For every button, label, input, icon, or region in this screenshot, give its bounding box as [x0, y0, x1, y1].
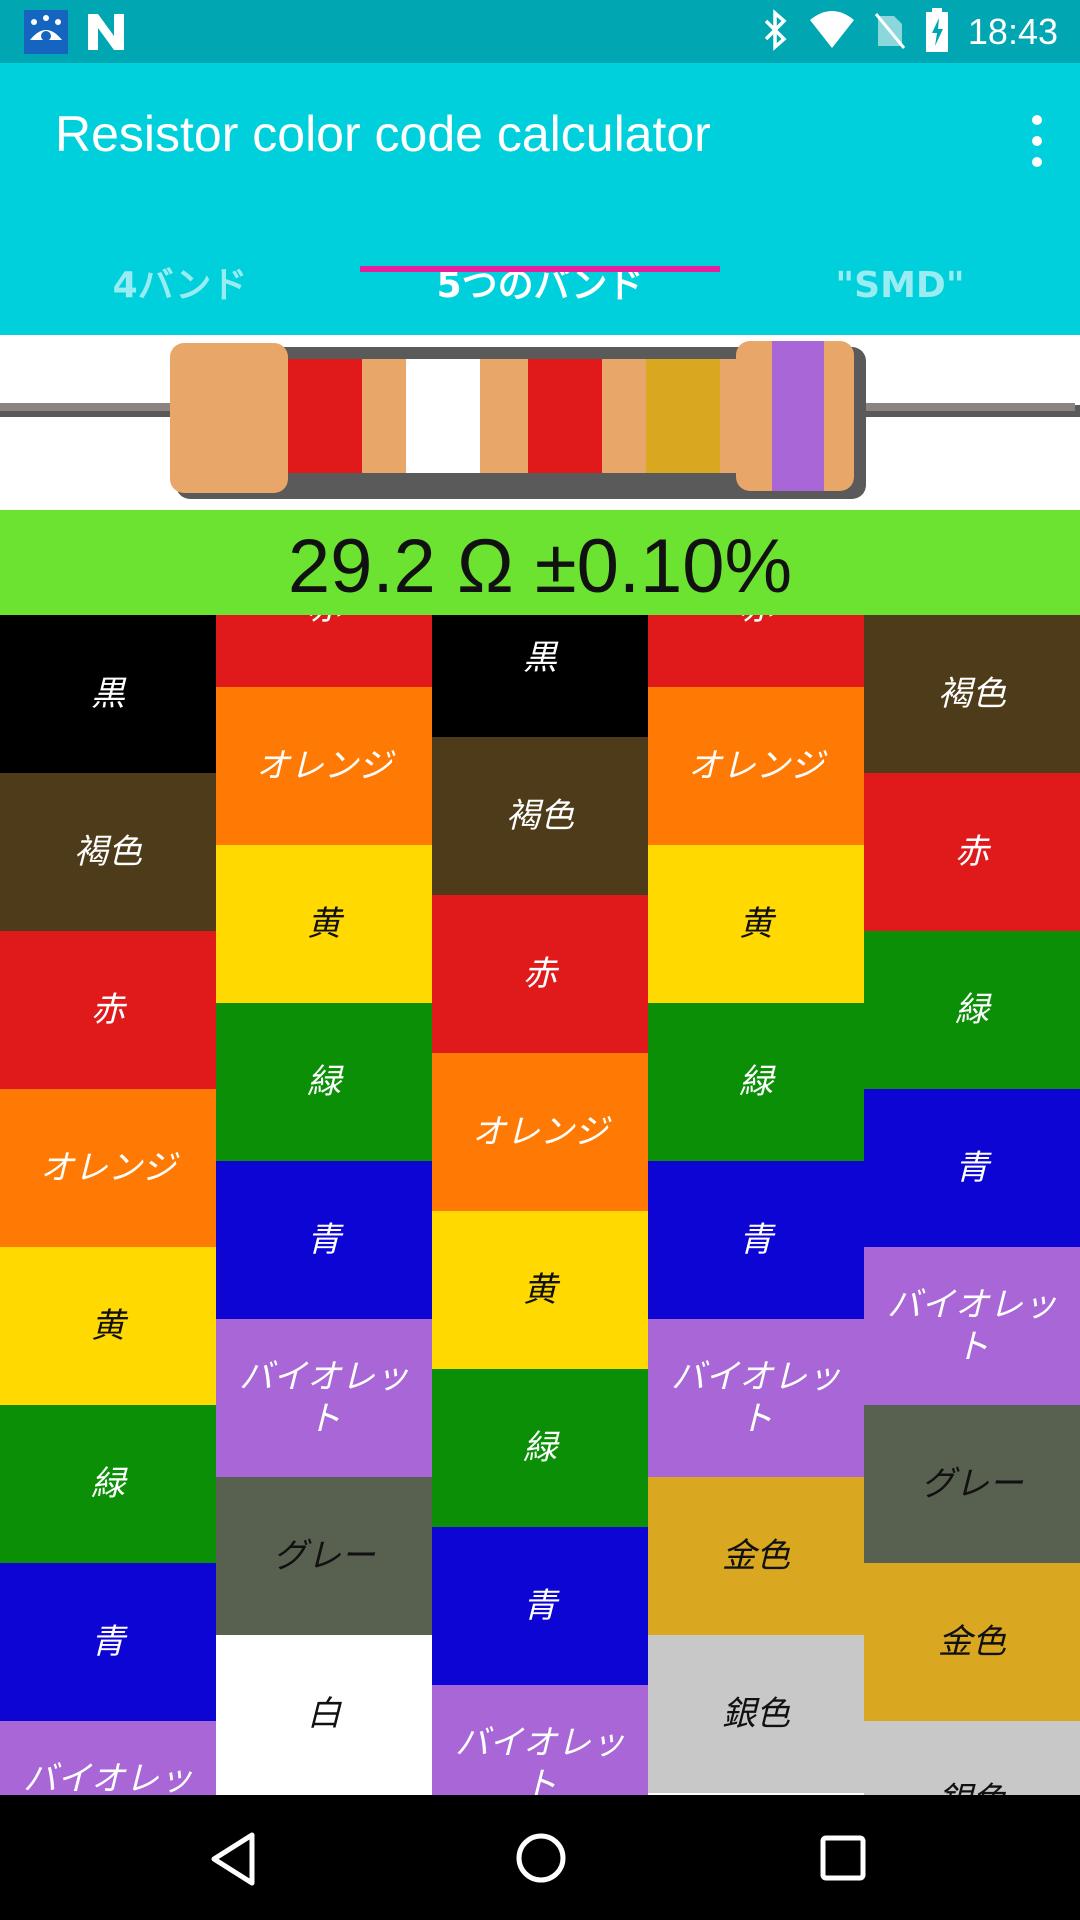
color-option-red[interactable]: 赤	[432, 895, 648, 1053]
navigation-bar	[0, 1795, 1080, 1920]
tab-5-band[interactable]: 5つのバンド	[360, 243, 720, 335]
color-option-violet[interactable]: バイオレット	[216, 1319, 432, 1477]
color-option-red[interactable]: 赤	[0, 931, 216, 1089]
battery-charging-icon	[924, 8, 950, 56]
color-option-violet[interactable]: バイオレット	[0, 1721, 216, 1795]
resistor-band-1	[288, 359, 362, 473]
color-option-black[interactable]: 黒	[432, 615, 648, 737]
status-bar: 18:43	[0, 0, 1080, 63]
resistor-band-multiplier	[646, 359, 720, 473]
color-option-white[interactable]: 白	[216, 1635, 432, 1793]
resistor-band-2	[406, 359, 480, 473]
tab-indicator	[360, 266, 720, 272]
result-value: 29.2 Ω ±0.10%	[0, 510, 1080, 615]
color-option-red[interactable]: 赤	[864, 773, 1080, 931]
color-option-red[interactable]: 赤	[648, 615, 864, 687]
color-option-green[interactable]: 緑	[216, 1003, 432, 1161]
clock: 18:43	[967, 11, 1058, 52]
color-option-red[interactable]: 赤	[216, 615, 432, 687]
color-option-green[interactable]: 緑	[432, 1369, 648, 1527]
color-option-brown[interactable]: 褐色	[432, 737, 648, 895]
color-option-green[interactable]: 緑	[0, 1405, 216, 1563]
color-option-grey[interactable]: グレー	[216, 1477, 432, 1635]
color-option-orange[interactable]: オレンジ	[216, 687, 432, 845]
more-vert-icon[interactable]	[1022, 115, 1052, 167]
color-option-orange[interactable]: オレンジ	[0, 1089, 216, 1247]
color-option-violet[interactable]: バイオレット	[864, 1247, 1080, 1405]
app-title: Resistor color code calculator	[55, 106, 711, 162]
color-band-grid: 黒褐色赤オレンジ黄緑青バイオレット 赤オレンジ黄緑青バイオレットグレー白 黒褐色…	[0, 615, 1080, 1795]
color-option-brown[interactable]: 褐色	[0, 773, 216, 931]
color-option-green[interactable]: 緑	[648, 1003, 864, 1161]
color-option-black[interactable]: 黒	[0, 615, 216, 773]
n-logo-icon	[84, 10, 128, 58]
color-option-orange[interactable]: オレンジ	[432, 1053, 648, 1211]
tab-smd[interactable]: "SMD"	[720, 243, 1080, 335]
bluetooth-icon	[762, 9, 790, 55]
recents-icon[interactable]	[818, 1833, 868, 1887]
tab-4-band[interactable]: 4バンド	[0, 243, 360, 335]
color-option-grey[interactable]: グレー	[864, 1405, 1080, 1563]
resistor-band-3	[528, 359, 602, 473]
home-icon[interactable]	[514, 1831, 568, 1889]
settings-gear-icon	[24, 10, 68, 58]
color-option-green[interactable]: 緑	[864, 931, 1080, 1089]
color-option-gold[interactable]: 金色	[648, 1477, 864, 1635]
color-option-yellow[interactable]: 黄	[432, 1211, 648, 1369]
color-option-violet[interactable]: バイオレット	[648, 1319, 864, 1477]
color-option-silver[interactable]: 銀色	[864, 1721, 1080, 1795]
color-option-yellow[interactable]: 黄	[216, 845, 432, 1003]
app-bar: Resistor color code calculator 4バンド 5つのバ…	[0, 63, 1080, 335]
color-option-blue[interactable]: 青	[864, 1089, 1080, 1247]
no-sim-icon	[874, 10, 906, 54]
resistor-band-tolerance	[772, 341, 824, 491]
resistor-illustration	[0, 335, 1080, 510]
color-option-blue[interactable]: 青	[0, 1563, 216, 1721]
color-option-gold[interactable]: 金色	[864, 1563, 1080, 1721]
color-option-orange[interactable]: オレンジ	[648, 687, 864, 845]
color-option-yellow[interactable]: 黄	[648, 845, 864, 1003]
back-icon[interactable]	[208, 1831, 260, 1891]
tab-bar: 4バンド 5つのバンド "SMD"	[0, 243, 1080, 335]
color-option-violet[interactable]: バイオレット	[432, 1685, 648, 1795]
color-option-yellow[interactable]: 黄	[0, 1247, 216, 1405]
color-option-blue[interactable]: 青	[216, 1161, 432, 1319]
color-option-silver[interactable]: 銀色	[648, 1635, 864, 1793]
color-option-brown[interactable]: 褐色	[864, 615, 1080, 773]
color-option-blue[interactable]: 青	[432, 1527, 648, 1685]
color-option-blue[interactable]: 青	[648, 1161, 864, 1319]
wifi-icon	[808, 10, 856, 54]
